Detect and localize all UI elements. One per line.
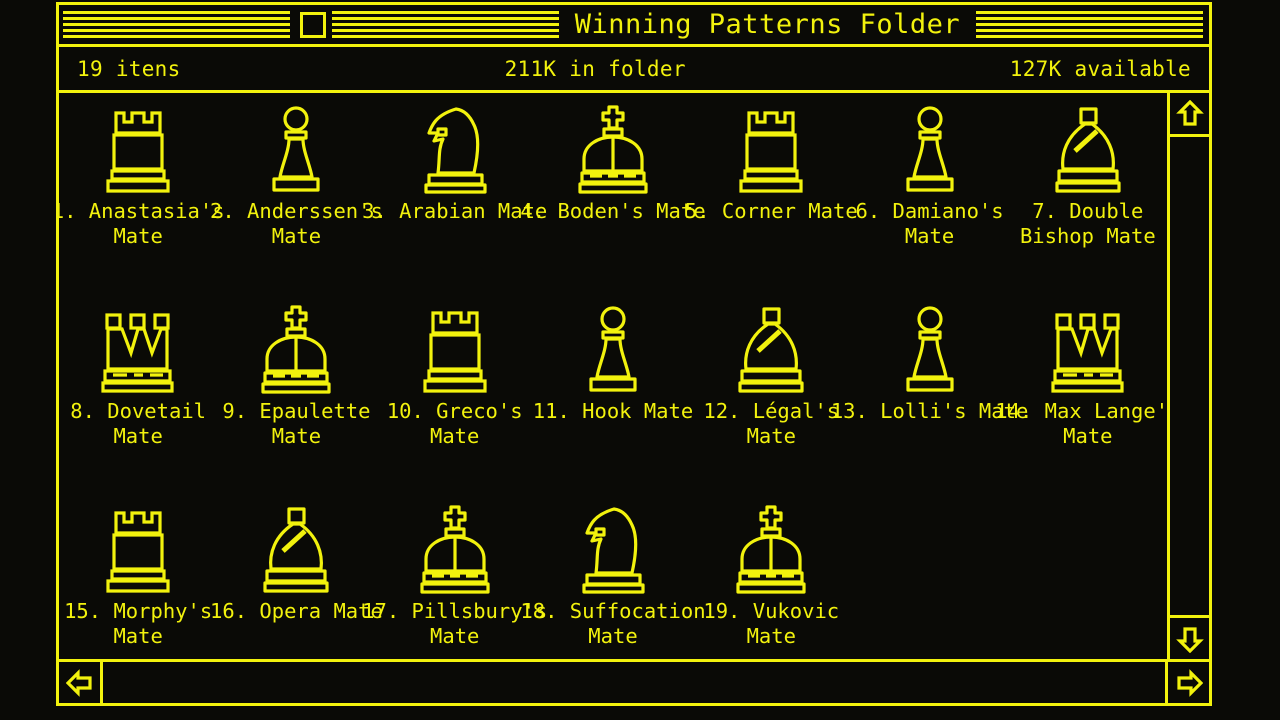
empty-grid-slot [850,499,1008,659]
folder-item-10[interactable]: 10. Greco's Mate [376,299,534,499]
horizontal-scrollbar[interactable] [59,659,1209,703]
folder-item-label-line2: Mate [113,624,163,648]
folder-item-14[interactable]: 14. Max Lange's Mate [995,299,1167,499]
folder-item-label-line2: Mate [430,424,480,448]
queen-piece-icon [92,299,184,395]
icon-row: 1. Anastasia's Mate 2. Anderssen's Mate 3.… [59,99,1167,299]
disk-available-label: 127K available [1009,56,1191,81]
vertical-scrollbar[interactable] [1167,93,1209,659]
king-piece-icon [250,299,342,395]
king-piece-icon [409,499,501,595]
window-title-bar[interactable]: Winning Patterns Folder [59,5,1209,47]
folder-item-label: 7. Double Bishop Mate [1019,199,1156,248]
folder-item-label-line2: Mate [746,424,796,448]
folder-item-5[interactable]: 5. Corner Mate [685,99,858,299]
folder-item-label: 5. Corner Mate [684,199,858,223]
empty-grid-slot [1009,499,1167,659]
rook-piece-icon [725,99,817,195]
folder-item-6[interactable]: 6. Damiano's Mate [850,99,1008,299]
title-bar-stripes-right [976,10,1203,39]
icon-grid[interactable]: 1. Anastasia's Mate 2. Anderssen's Mate 3.… [59,93,1167,659]
folder-item-label: 10. Greco's Mate [386,399,523,448]
folder-item-9[interactable]: 9. Epaulette Mate [217,299,375,499]
folder-item-label-line2: Mate [588,624,638,648]
title-bar-stripes-left [331,10,559,39]
knight-piece-icon [567,499,659,595]
title-bar-stripes-far-left [63,10,290,39]
horizontal-scroll-track[interactable] [103,662,1165,703]
scroll-down-arrow-icon[interactable] [1170,615,1209,659]
folder-item-label: 8. Dovetail Mate [70,399,207,448]
folder-item-label: 14. Max Lange's Mate [995,399,1167,449]
pawn-piece-icon [567,299,659,395]
folder-item-16[interactable]: 16. Opera Mate [210,499,383,659]
folder-item-label: 4. Boden's Mate [520,199,706,223]
folder-item-label-line2: Mate [1063,424,1113,448]
bishop-piece-icon [1042,99,1134,195]
folder-item-label: 16. Opera Mate [210,599,383,623]
icon-row: 8. Dovetail Mate 9. Epaulette Mate 10. Gre… [59,299,1167,499]
folder-status-bar: 19 itens 211K in folder 127K available [59,47,1209,93]
folder-item-19[interactable]: 19. Vukovic Mate [692,499,850,659]
rook-piece-icon [409,299,501,395]
folder-item-label: 12. Légal's Mate [703,399,840,448]
folder-size-label: 211K in folder [504,56,686,81]
folder-item-13[interactable]: 13. Lolli's Mate [831,299,1028,499]
folder-item-12[interactable]: 12. Légal's Mate [692,299,850,499]
scroll-up-arrow-icon[interactable] [1170,93,1209,137]
folder-item-label: 9. Epaulette Mate [222,399,371,448]
folder-item-1[interactable]: 1. Anastasia's Mate [59,99,225,299]
item-count-label: 19 itens [77,56,181,81]
folder-item-label: 11. Hook Mate [532,399,694,423]
rook-piece-icon [92,499,184,595]
scroll-right-arrow-icon[interactable] [1165,662,1209,703]
king-piece-icon [567,99,659,195]
folder-item-15[interactable]: 15. Morphy's Mate [59,499,217,659]
folder-item-label-line2: Mate [271,224,322,248]
folder-item-17[interactable]: 17. Pillsbury's Mate [362,499,547,659]
folder-item-label-line2: Mate [113,224,163,248]
folder-item-label-line2: Bishop Mate [1019,224,1156,248]
folder-item-label-line2: Mate [271,424,322,448]
folder-item-2[interactable]: 2. Anderssen's Mate [210,99,383,299]
pawn-piece-icon [884,299,976,395]
king-piece-icon [725,499,817,595]
folder-item-label: 19. Vukovic Mate [703,599,840,648]
folder-item-11[interactable]: 11. Hook Mate [532,299,694,499]
queen-piece-icon [1042,299,1134,395]
folder-item-label-line2: Mate [904,224,955,248]
folder-item-8[interactable]: 8. Dovetail Mate [59,299,217,499]
folder-item-label-line2: Mate [113,424,163,448]
folder-item-label: 1. Anastasia's Mate [59,199,225,249]
folder-item-label: 15. Morphy's Mate [64,599,213,648]
folder-item-label: 6. Damiano's Mate [855,199,1004,248]
folder-item-label: 18. Suffocation Mate [520,599,706,648]
folder-item-label-line2: Mate [746,624,796,648]
bishop-piece-icon [725,299,817,395]
folder-item-4[interactable]: 4. Boden's Mate [520,99,706,299]
pawn-piece-icon [250,99,342,195]
folder-window: Winning Patterns Folder 19 itens 211K in… [56,2,1212,706]
knight-piece-icon [409,99,501,195]
pawn-piece-icon [884,99,976,195]
bishop-piece-icon [250,499,342,595]
icon-row: 15. Morphy's Mate 16. Opera Mate 17. Pill… [59,499,1167,659]
vertical-scroll-track[interactable] [1170,137,1209,615]
folder-item-7[interactable]: 7. Double Bishop Mate [1009,99,1167,299]
close-box-icon[interactable] [299,11,326,38]
folder-item-label: 2. Anderssen's Mate [210,199,383,248]
window-title: Winning Patterns Folder [574,9,961,40]
window-body: 1. Anastasia's Mate 2. Anderssen's Mate 3.… [59,93,1209,659]
folder-item-18[interactable]: 18. Suffocation Mate [520,499,706,659]
rook-piece-icon [92,99,184,195]
folder-item-3[interactable]: 3. Arabian Mate [362,99,547,299]
scroll-left-arrow-icon[interactable] [59,662,103,703]
